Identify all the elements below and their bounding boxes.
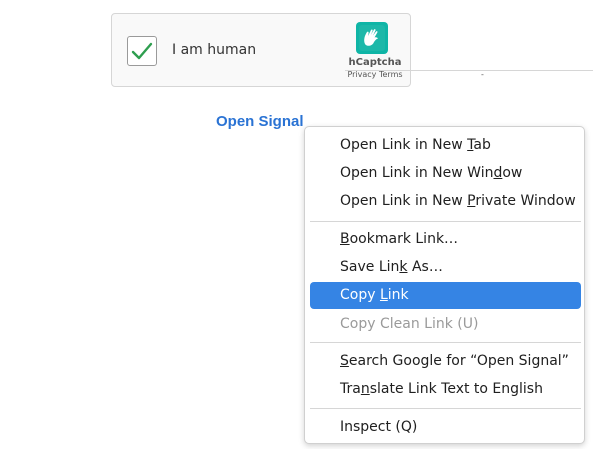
menu-item-label: Inspect (Q) [340,419,418,435]
menu-item-label: rivate Window [475,193,576,209]
checkmark-icon [131,42,153,60]
link-separator: - [345,70,593,79]
menu-item-label: Open Link in New [340,193,468,209]
menu-item-copy-link[interactable]: Copy Link [310,282,581,309]
human-checkbox[interactable] [127,36,157,66]
menu-item-label: Tra [340,381,361,397]
menu-separator [310,221,581,222]
access-key: k [399,259,408,275]
menu-item-open-new-tab[interactable]: Open Link in New Tab [310,132,581,159]
access-key: B [340,231,350,247]
menu-item-open-private-window[interactable]: Open Link in New Private Window [310,188,581,215]
menu-item-bookmark-link[interactable]: Bookmark Link… [310,226,581,253]
menu-item-label: Copy Clean Link (U) [340,316,479,332]
access-key: L [379,287,388,303]
menu-item-copy-clean-link: Copy Clean Link (U) [310,311,581,338]
menu-separator [310,342,581,343]
privacy-link[interactable]: Privacy [347,70,376,79]
menu-item-label: As… [407,259,443,275]
menu-item-translate-link[interactable]: Translate Link Text to English [310,376,581,403]
menu-item-label: earch Google for “Open Signal” [348,353,569,369]
menu-item-label: Save Lin [340,259,400,275]
menu-item-label: ookmark Link… [349,231,459,247]
menu-item-label: Open Link in New [340,137,468,153]
menu-item-open-new-window[interactable]: Open Link in New Window [310,160,581,187]
terms-link[interactable]: Terms [379,70,403,79]
menu-item-label: Open Link in New Win [340,165,494,181]
access-key: S [340,353,349,369]
menu-separator [310,408,581,409]
open-signal-link[interactable]: Open Signal [216,113,304,130]
menu-item-inspect[interactable]: Inspect (Q) [310,414,581,441]
menu-item-label: ab [473,137,491,153]
access-key: n [360,381,370,397]
hcaptcha-widget: I am human hCaptcha Privacy - Terms [111,13,593,87]
menu-item-label: slate Link Text to English [369,381,543,397]
menu-item-save-link-as[interactable]: Save Link As… [310,254,581,281]
context-menu: Open Link in New Tab Open Link in New Wi… [304,126,585,444]
menu-item-label: Copy [340,287,380,303]
captcha-links: Privacy - Terms [340,70,593,79]
checkbox-label: I am human [172,42,257,58]
hcaptcha-logo-icon [356,22,388,54]
menu-item-label: ow [502,165,523,181]
menu-item-search-google[interactable]: Search Google for “Open Signal” [310,348,581,375]
hcaptcha-brand: hCaptcha [348,57,402,68]
menu-item-label: ink [387,287,409,303]
